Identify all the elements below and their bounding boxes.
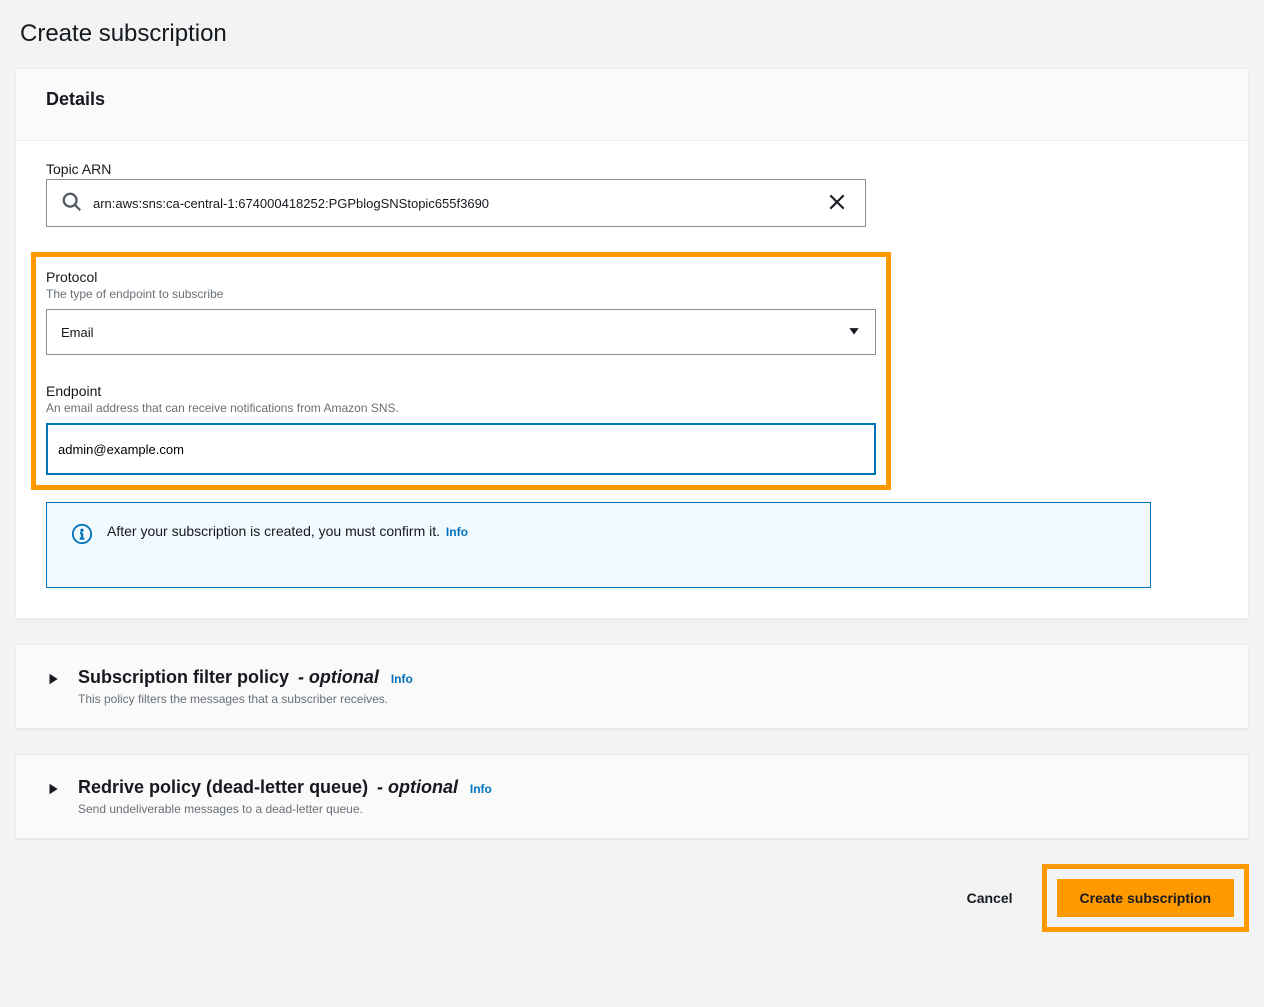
details-header-title: Details	[46, 89, 1218, 110]
protocol-hint: The type of endpoint to subscribe	[46, 287, 876, 301]
cancel-button[interactable]: Cancel	[953, 880, 1027, 916]
filter-policy-info-link[interactable]: Info	[391, 672, 413, 686]
endpoint-input[interactable]	[58, 425, 864, 473]
footer-actions: Cancel Create subscription	[0, 864, 1264, 932]
redrive-policy-optional: - optional	[372, 777, 458, 797]
details-panel-header: Details	[16, 69, 1248, 141]
info-alert: After your subscription is created, you …	[46, 502, 1151, 588]
caret-down-icon	[847, 324, 861, 341]
redrive-policy-panel: Redrive policy (dead-letter queue) - opt…	[15, 754, 1249, 839]
clear-icon[interactable]	[809, 192, 865, 215]
protocol-field: Protocol The type of endpoint to subscri…	[46, 269, 876, 355]
endpoint-field: Endpoint An email address that can recei…	[46, 383, 876, 475]
topic-arn-field: Topic ARN	[46, 161, 1218, 227]
topic-arn-input[interactable]	[93, 180, 809, 226]
info-icon	[71, 523, 93, 548]
topic-arn-input-wrap[interactable]	[46, 179, 866, 227]
create-subscription-button[interactable]: Create subscription	[1057, 879, 1234, 917]
info-alert-link[interactable]: Info	[446, 525, 468, 539]
protocol-select[interactable]: Email	[46, 309, 876, 355]
highlighted-section: Protocol The type of endpoint to subscri…	[31, 252, 891, 490]
redrive-policy-title: Redrive policy (dead-letter queue)	[78, 777, 368, 797]
filter-policy-optional: - optional	[293, 667, 379, 687]
endpoint-input-wrap[interactable]	[46, 423, 876, 475]
protocol-label: Protocol	[46, 269, 876, 285]
details-panel: Details Topic ARN	[15, 68, 1249, 619]
protocol-value: Email	[61, 325, 847, 340]
submit-highlight: Create subscription	[1042, 864, 1249, 932]
topic-arn-label: Topic ARN	[46, 161, 1218, 177]
filter-policy-hint: This policy filters the messages that a …	[78, 692, 1218, 706]
expand-icon[interactable]	[46, 667, 60, 689]
info-alert-text: After your subscription is created, you …	[107, 523, 440, 539]
redrive-policy-hint: Send undeliverable messages to a dead-le…	[78, 802, 1218, 816]
endpoint-label: Endpoint	[46, 383, 876, 399]
redrive-policy-info-link[interactable]: Info	[470, 782, 492, 796]
page-title: Create subscription	[20, 20, 1264, 48]
endpoint-hint: An email address that can receive notifi…	[46, 401, 876, 415]
filter-policy-panel: Subscription filter policy - optional In…	[15, 644, 1249, 729]
expand-icon[interactable]	[46, 777, 60, 799]
search-icon	[47, 191, 93, 216]
filter-policy-title: Subscription filter policy	[78, 667, 289, 687]
